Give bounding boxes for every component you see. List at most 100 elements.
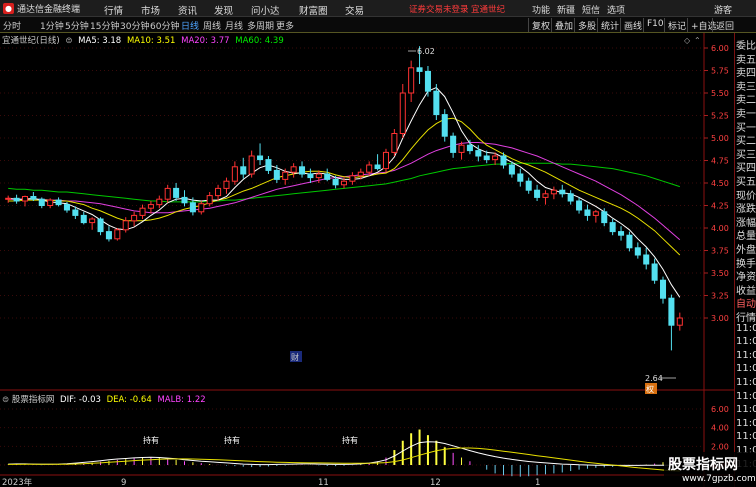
- candle-body: [299, 166, 306, 175]
- candle-body: [63, 204, 70, 211]
- candle-body: [122, 220, 129, 231]
- menu-wealth[interactable]: 财富圈: [299, 3, 328, 17]
- quote-item[interactable]: 11:00: [736, 391, 756, 402]
- candle-body: [5, 197, 12, 200]
- draw-line-button[interactable]: 画线: [620, 18, 645, 32]
- indicator-name[interactable]: 股票指标网: [12, 395, 55, 405]
- menu-trade[interactable]: 交易: [345, 3, 364, 17]
- guest-user[interactable]: 游客: [714, 3, 732, 16]
- period-more[interactable]: 更多: [276, 19, 294, 32]
- candle-body: [399, 92, 406, 134]
- menu-market[interactable]: 市场: [141, 3, 160, 17]
- login-status[interactable]: 证券交易未登录: [409, 3, 469, 15]
- candle-body: [634, 247, 641, 256]
- candle-body: [450, 135, 457, 153]
- back-button[interactable]: 返回: [712, 18, 737, 32]
- menu-discover[interactable]: 发现: [214, 3, 233, 17]
- candle-body: [13, 197, 20, 202]
- price-tick-label: 4.25: [711, 202, 729, 211]
- dif-label: DIF: -0.03: [60, 395, 101, 405]
- candle-body: [651, 263, 658, 281]
- quote-item[interactable]: 11:00: [736, 377, 756, 388]
- candle-body: [500, 155, 507, 166]
- stock-name-title: 宜通世纪: [471, 5, 506, 15]
- candle-body: [349, 175, 356, 182]
- period-5min[interactable]: 5分钟: [65, 19, 89, 32]
- watermark-url: www.7gpzb.com: [682, 474, 756, 484]
- ma60-label: MA60: 4.39: [235, 36, 284, 46]
- quote-item[interactable]: 11:00: [736, 323, 756, 334]
- price-tick-label: 3.25: [711, 292, 729, 301]
- ma-info-line: 宜通世纪(日线) ⊜ MA5: 3.18 MA10: 3.51 MA20: 3.…: [2, 34, 284, 46]
- candle-body: [315, 173, 322, 179]
- indicator-toggle-icon[interactable]: ⊜: [2, 395, 9, 405]
- candle-body: [357, 171, 364, 177]
- candle-body: [324, 173, 331, 180]
- candle-body: [265, 159, 272, 171]
- candle-body: [676, 317, 683, 326]
- period-monthly[interactable]: 月线: [225, 19, 243, 32]
- rights-event-marker[interactable]: 权: [646, 384, 654, 394]
- mark-button[interactable]: 标记: [664, 18, 689, 32]
- menu-xinjiang[interactable]: 新疆: [557, 3, 575, 16]
- chart-settings-icon[interactable]: ◇: [684, 36, 691, 45]
- candle-body: [80, 214, 87, 224]
- watermark-title: 股票指标网: [668, 457, 738, 473]
- candle-body: [550, 189, 557, 195]
- info-toggle-icon[interactable]: ⊜: [65, 36, 72, 46]
- dea-label: DEA: -0.64: [106, 395, 152, 405]
- price-tick-label: 3.00: [711, 314, 729, 323]
- low-price-label: 2.64: [645, 374, 663, 383]
- menu-quotes[interactable]: 行情: [104, 3, 123, 17]
- candle-body: [307, 173, 314, 179]
- candle-body: [416, 67, 423, 72]
- candle-body: [483, 155, 490, 161]
- menu-options[interactable]: 选项: [607, 3, 625, 16]
- quote-item[interactable]: 11:00: [736, 404, 756, 415]
- quote-item[interactable]: 11:00: [736, 350, 756, 361]
- menu-function[interactable]: 功能: [532, 3, 550, 16]
- kline-chart[interactable]: 6.00 5.75 5.50 5.25 5.00 4.75 4.50 4.25 4.00 3.75…: [0, 33, 734, 487]
- period-multi[interactable]: 多周期: [247, 19, 274, 32]
- adjust-button[interactable]: 复权: [528, 18, 553, 32]
- chart-collapse-icon[interactable]: ⌃: [694, 36, 701, 45]
- candle-body: [576, 200, 583, 211]
- candle-body: [382, 151, 389, 170]
- price-tick-label: 6.00: [711, 44, 729, 53]
- candle-body: [567, 193, 574, 202]
- quote-item[interactable]: 11:00: [736, 418, 756, 429]
- overlay-button[interactable]: 叠加: [551, 18, 576, 32]
- period-daily[interactable]: 日线: [181, 19, 199, 32]
- period-weekly[interactable]: 周线: [203, 19, 221, 32]
- candle-body: [257, 155, 264, 161]
- candle-body: [273, 169, 280, 180]
- menu-news[interactable]: 资讯: [178, 3, 197, 17]
- quote-item[interactable]: 11:00: [736, 363, 756, 374]
- candle-body: [89, 218, 96, 224]
- menu-sms[interactable]: 短信: [582, 3, 600, 16]
- candle-body: [609, 222, 616, 233]
- menu-ask[interactable]: 问小达: [251, 3, 280, 17]
- ma10-label: MA10: 3.51: [126, 36, 176, 46]
- app-name: 通达信金融终端: [17, 4, 81, 15]
- finance-event-marker[interactable]: 财: [291, 352, 299, 362]
- period-timeshare[interactable]: 分时: [3, 19, 21, 32]
- period-15min[interactable]: 15分钟: [90, 19, 119, 32]
- quote-item[interactable]: 11:00: [736, 431, 756, 442]
- candle-body: [433, 90, 440, 116]
- quote-item[interactable]: 11:00: [736, 336, 756, 347]
- candle-body: [147, 204, 154, 209]
- period-toolbar: 分时 1分钟 5分钟 15分钟 30分钟 60分钟 日线 周线 月线 多周期 更…: [0, 17, 756, 33]
- period-30min[interactable]: 30分钟: [120, 19, 149, 32]
- multi-stock-button[interactable]: 多股: [574, 18, 599, 32]
- candle-body: [534, 189, 541, 198]
- candle-body: [223, 180, 230, 189]
- candle-body: [525, 180, 532, 191]
- candle-body: [441, 114, 448, 137]
- period-1min[interactable]: 1分钟: [40, 19, 64, 32]
- period-60min[interactable]: 60分钟: [150, 19, 179, 32]
- candle-body: [542, 193, 549, 198]
- indicator-tick-label: 6.00: [711, 405, 729, 414]
- statistics-button[interactable]: 统计: [597, 18, 622, 32]
- candle-body: [508, 164, 515, 175]
